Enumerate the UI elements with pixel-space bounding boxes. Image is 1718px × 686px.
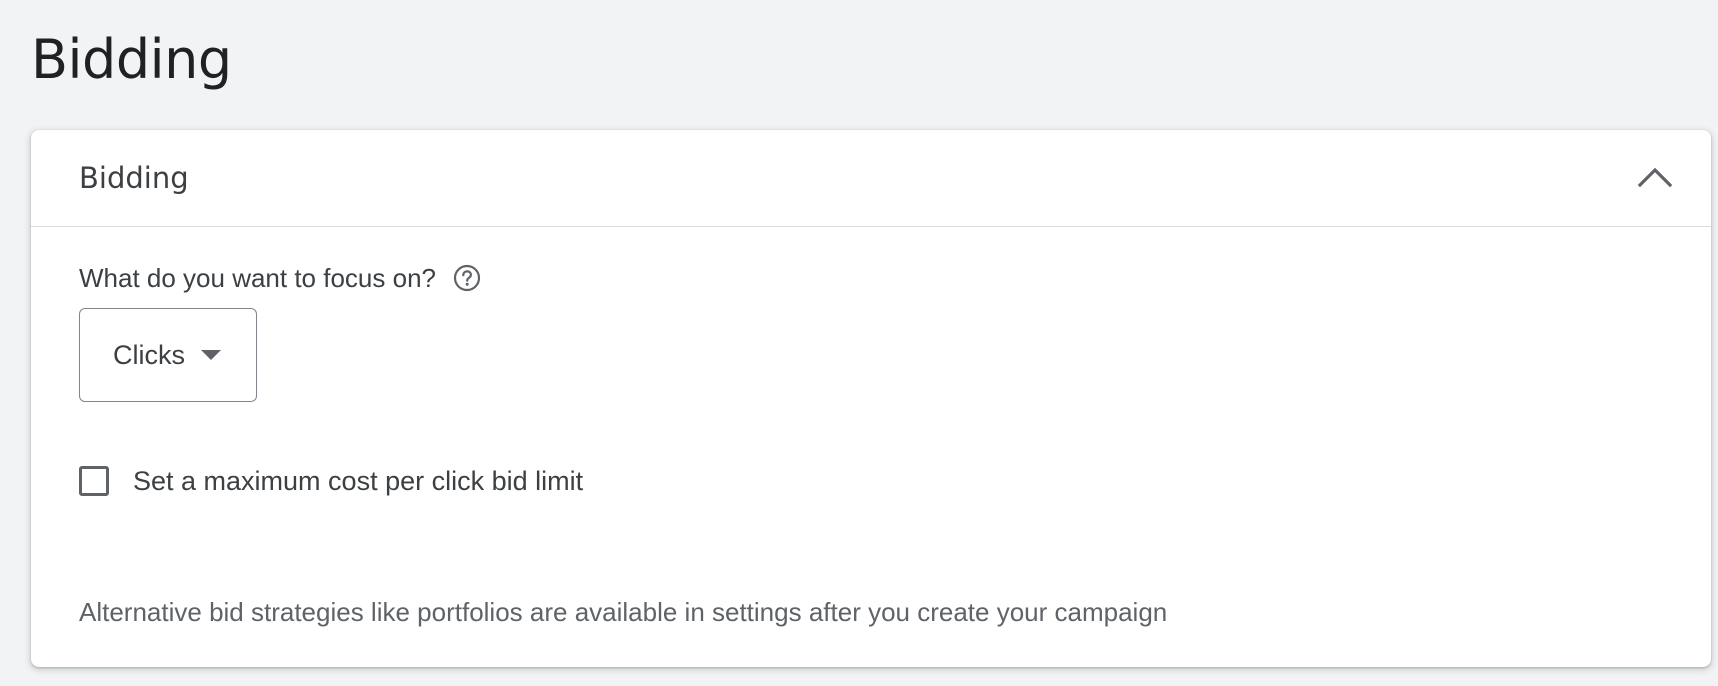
focus-select[interactable]: Clicks — [79, 308, 257, 402]
chevron-up-icon — [1637, 166, 1673, 191]
focus-question-label: What do you want to focus on? — [79, 263, 436, 293]
help-icon[interactable] — [452, 263, 482, 293]
collapse-button[interactable] — [1627, 150, 1683, 206]
bid-strategies-note: Alternative bid strategies like portfoli… — [79, 597, 1168, 627]
dropdown-arrow-icon — [201, 350, 221, 360]
max-cpc-checkbox[interactable] — [79, 466, 109, 496]
page-title: Bidding — [31, 28, 232, 91]
card-title: Bidding — [79, 161, 189, 195]
card-header[interactable]: Bidding — [31, 130, 1711, 227]
focus-select-value: Clicks — [113, 339, 185, 370]
max-cpc-label[interactable]: Set a maximum cost per click bid limit — [133, 465, 583, 497]
bidding-card: Bidding What do you want to focus on? Cl… — [31, 130, 1711, 667]
max-cpc-row[interactable]: Set a maximum cost per click bid limit — [79, 465, 583, 497]
focus-question: What do you want to focus on? — [79, 262, 482, 294]
